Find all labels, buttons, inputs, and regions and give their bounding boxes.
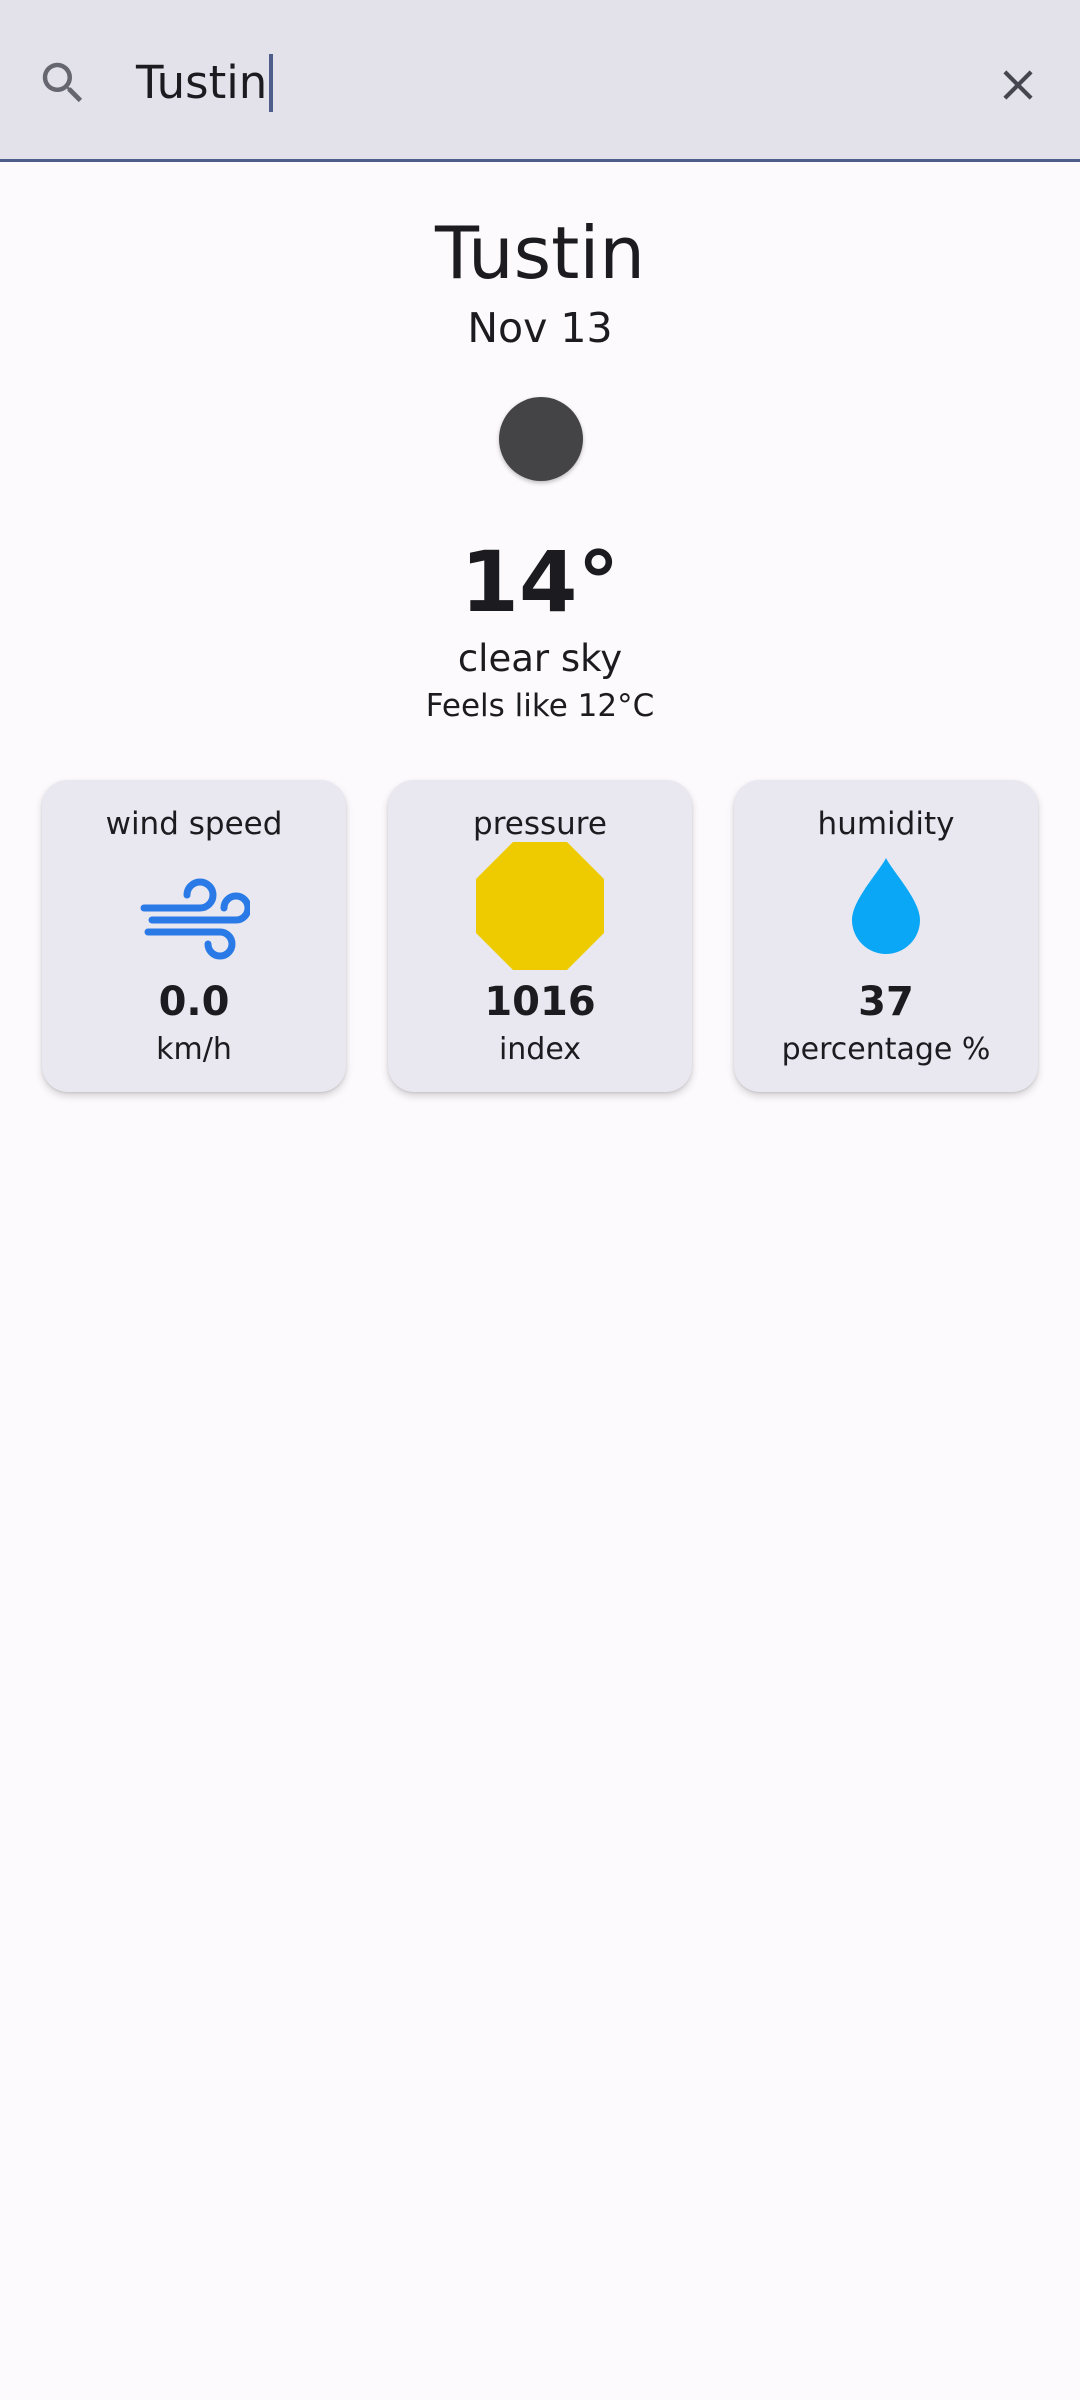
wind-icon [140, 878, 250, 960]
pressure-card: pressure 1016 index [388, 780, 692, 1092]
search-bar[interactable]: Tustin [0, 0, 1080, 162]
feels-like: Feels like 12°C [425, 688, 655, 724]
search-input[interactable]: Tustin [136, 48, 936, 118]
weather-description: clear sky [457, 637, 623, 680]
card-title: humidity [817, 806, 955, 842]
close-icon[interactable] [993, 60, 1043, 110]
clear-sky-icon [499, 397, 583, 481]
card-title: pressure [473, 806, 607, 842]
water-drop-icon [852, 858, 920, 954]
text-caret [269, 54, 274, 112]
card-value: 1016 [484, 979, 596, 1025]
card-unit: percentage % [781, 1032, 991, 1067]
card-value: 37 [858, 979, 914, 1025]
card-title: wind speed [105, 806, 283, 842]
search-icon [42, 62, 83, 103]
pressure-icon [476, 842, 604, 970]
card-unit: km/h [156, 1032, 232, 1067]
humidity-card: humidity 37 percentage % [734, 780, 1038, 1092]
wind-speed-card: wind speed 0.0 km/h [42, 780, 346, 1092]
temperature: 14° [460, 533, 620, 631]
card-value: 0.0 [158, 979, 230, 1025]
forecast-date: Nov 13 [467, 304, 613, 352]
city-name: Tustin [434, 211, 646, 295]
search-input-text: Tustin [136, 56, 268, 109]
card-unit: index [498, 1032, 582, 1067]
